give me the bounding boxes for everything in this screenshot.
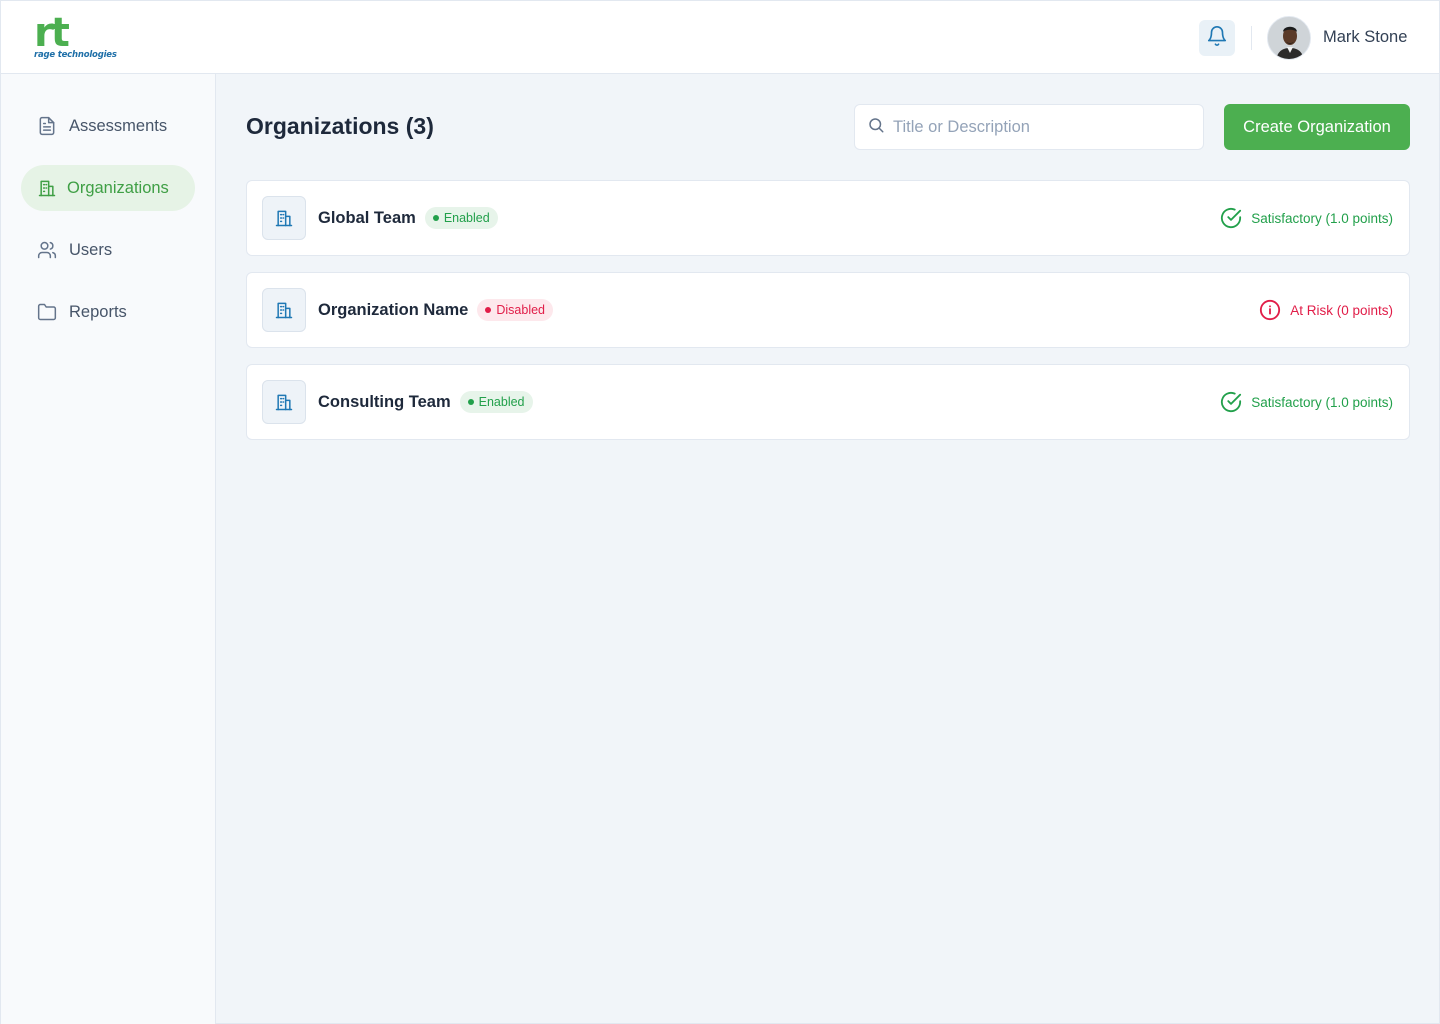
sidebar-item-organizations[interactable]: Organizations bbox=[21, 165, 195, 211]
info-circle-icon bbox=[1259, 299, 1281, 321]
sidebar-item-assessments[interactable]: Assessments bbox=[21, 103, 195, 149]
folder-icon bbox=[37, 302, 57, 322]
page-title: Organizations (3) bbox=[246, 113, 434, 139]
company-logo[interactable]: rt rage technologies bbox=[34, 10, 124, 62]
assessment-status: At Risk (0 points) bbox=[1259, 299, 1393, 321]
status-dot bbox=[432, 215, 439, 221]
building-icon bbox=[262, 380, 306, 424]
organization-card[interactable]: Consulting Team Enabled Satisfactory (1.… bbox=[246, 364, 1410, 440]
status-badge: Enabled bbox=[424, 207, 498, 229]
sidebar-item-reports[interactable]: Reports bbox=[21, 289, 195, 335]
status-label: Satisfactory (1.0 points) bbox=[1251, 210, 1393, 226]
logo-text: rage technologies bbox=[34, 50, 117, 60]
users-icon bbox=[37, 240, 57, 260]
status-badge: Enabled bbox=[459, 391, 533, 413]
status-badge: Disabled bbox=[477, 299, 554, 321]
user-name[interactable]: Mark Stone bbox=[1323, 28, 1407, 47]
organization-name: Consulting Team bbox=[318, 392, 451, 411]
create-organization-button[interactable]: Create Organization bbox=[1224, 104, 1410, 150]
sidebar-item-label: Reports bbox=[69, 302, 127, 321]
badge-label: Disabled bbox=[496, 303, 546, 317]
organization-card[interactable]: Global Team Enabled Satisfactory (1.0 po… bbox=[246, 180, 1410, 256]
top-header: rt rage technologies Mark Stone bbox=[0, 0, 1440, 74]
sidebar-item-label: Assessments bbox=[69, 116, 168, 135]
bell-icon bbox=[1206, 25, 1228, 52]
user-avatar[interactable] bbox=[1267, 16, 1311, 60]
status-dot bbox=[485, 307, 492, 313]
header-divider bbox=[1251, 26, 1252, 50]
sidebar-item-users[interactable]: Users bbox=[21, 227, 195, 273]
avatar-portrait bbox=[1268, 17, 1310, 59]
sidebar-item-label: Organizations bbox=[67, 178, 169, 197]
assessment-status: Satisfactory (1.0 points) bbox=[1220, 391, 1393, 413]
app-frame bbox=[0, 0, 1440, 1024]
search-icon bbox=[867, 116, 885, 139]
badge-label: Enabled bbox=[443, 211, 490, 225]
organization-name: Organization Name bbox=[318, 300, 469, 319]
document-icon bbox=[37, 116, 57, 136]
organization-card[interactable]: Organization Name Disabled At Risk (0 po… bbox=[246, 272, 1410, 348]
status-dot bbox=[467, 399, 474, 405]
organization-name: Global Team bbox=[318, 208, 416, 227]
status-label: Satisfactory (1.0 points) bbox=[1251, 394, 1393, 410]
logo-mark: rt bbox=[34, 10, 70, 56]
notifications-button[interactable] bbox=[1199, 20, 1235, 56]
check-circle-icon bbox=[1220, 207, 1242, 229]
sidebar-item-label: Users bbox=[69, 240, 113, 259]
search-box[interactable] bbox=[854, 104, 1204, 150]
building-icon bbox=[262, 288, 306, 332]
check-circle-icon bbox=[1220, 391, 1242, 413]
sidebar: Assessments Organizations Users Reports bbox=[0, 74, 216, 1024]
status-label: At Risk (0 points) bbox=[1290, 302, 1393, 318]
search-input[interactable] bbox=[893, 117, 1183, 137]
building-icon bbox=[262, 196, 306, 240]
assessment-status: Satisfactory (1.0 points) bbox=[1220, 207, 1393, 229]
badge-label: Enabled bbox=[478, 395, 525, 409]
building-icon bbox=[37, 178, 57, 198]
